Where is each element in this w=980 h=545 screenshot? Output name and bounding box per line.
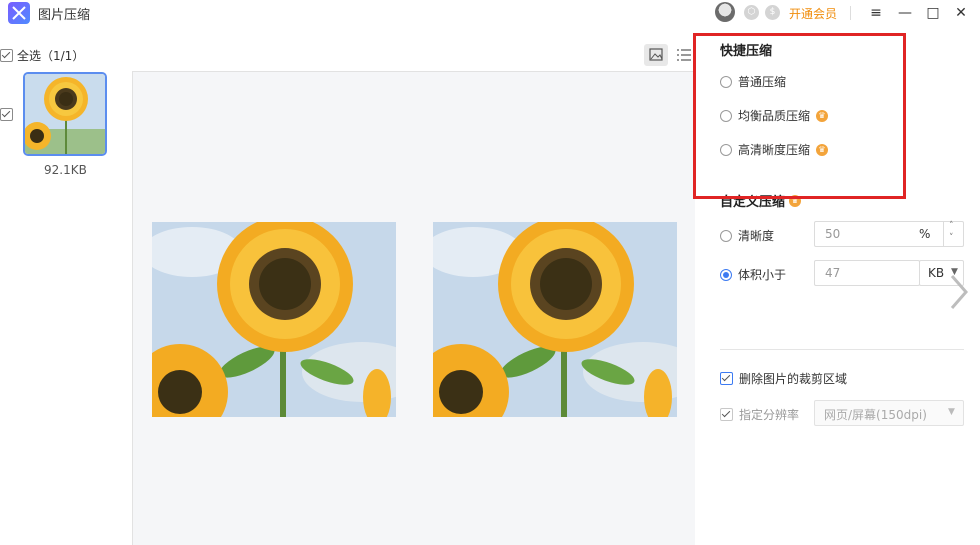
dollar-badge-icon[interactable]: $ xyxy=(765,5,780,20)
size-limit-radio[interactable] xyxy=(720,268,732,281)
clarity-unit: % xyxy=(919,227,931,241)
original-preview-image xyxy=(152,222,396,417)
resolution-select: 网页/屏幕(150dpi) ▼ xyxy=(814,400,964,426)
custom-compress-header: 自定义压缩 ♛ xyxy=(720,191,802,210)
resolution-label: 指定分辨率 xyxy=(739,408,800,422)
maximize-icon[interactable]: □ xyxy=(923,3,943,23)
file-thumbnail[interactable] xyxy=(23,72,107,156)
vip-crown-icon: ♛ xyxy=(789,194,802,207)
title-divider xyxy=(850,6,851,20)
size-unit-value: KB xyxy=(928,266,945,280)
menu-icon[interactable]: ≡ xyxy=(866,3,886,23)
chevron-down-icon: ▼ xyxy=(948,407,955,417)
select-all-checkbox[interactable]: 全选（1/1） xyxy=(0,47,84,64)
remove-crop-option[interactable]: 删除图片的裁剪区域 xyxy=(720,370,847,387)
hexagon-badge-icon[interactable]: ⬡ xyxy=(744,5,759,20)
normal-compress-option[interactable]: 普通压缩 xyxy=(720,73,786,90)
hd-compress-option[interactable]: 高清晰度压缩 ♛ xyxy=(720,141,829,158)
compressed-preview-image xyxy=(433,222,677,417)
clarity-label: 清晰度 xyxy=(738,229,775,243)
settings-divider xyxy=(720,349,964,350)
file-size-label: 92.1KB xyxy=(44,163,87,177)
hd-compress-radio[interactable] xyxy=(720,143,732,156)
size-limit-label: 体积小于 xyxy=(738,268,787,282)
next-arrow-icon[interactable] xyxy=(944,272,974,312)
remove-crop-checkbox[interactable] xyxy=(720,372,733,385)
clarity-option[interactable]: 清晰度 xyxy=(720,227,774,244)
resolution-option: 指定分辨率 xyxy=(720,406,799,423)
open-vip-link[interactable]: 开通会员 xyxy=(789,5,837,22)
resolution-checkbox xyxy=(720,408,733,421)
clarity-radio[interactable] xyxy=(720,229,732,242)
quick-compress-title: 快捷压缩 xyxy=(720,44,773,59)
close-icon[interactable]: ✕ xyxy=(951,3,971,23)
vip-crown-icon: ♛ xyxy=(816,109,829,122)
image-view-icon xyxy=(649,48,663,61)
select-all-check-icon[interactable] xyxy=(0,49,13,62)
chevron-down-icon[interactable]: ˅ xyxy=(949,233,954,243)
balanced-compress-label: 均衡品质压缩 xyxy=(738,109,811,123)
clarity-input[interactable]: 50 % ˄ ˅ xyxy=(814,221,964,247)
list-view-button[interactable] xyxy=(674,44,694,66)
app-title: 图片压缩 xyxy=(38,8,91,23)
size-limit-input[interactable]: 47 xyxy=(814,260,920,286)
image-view-button[interactable] xyxy=(644,44,668,66)
hd-compress-label: 高清晰度压缩 xyxy=(738,143,811,157)
size-limit-option[interactable]: 体积小于 xyxy=(720,266,786,283)
file-checkbox[interactable] xyxy=(0,108,13,121)
normal-compress-radio[interactable] xyxy=(720,75,732,88)
balanced-compress-radio[interactable] xyxy=(720,109,732,122)
app-logo-icon xyxy=(8,2,30,24)
clarity-value: 50 xyxy=(825,227,841,241)
custom-compress-title: 自定义压缩 xyxy=(720,195,786,210)
balanced-compress-option[interactable]: 均衡品质压缩 ♛ xyxy=(720,107,829,124)
title-bar: 图片压缩 ⬡ $ 开通会员 ≡ — □ ✕ xyxy=(0,0,980,26)
size-limit-value: 47 xyxy=(825,266,841,280)
normal-compress-label: 普通压缩 xyxy=(738,75,787,89)
select-all-label: 全选（1/1） xyxy=(17,49,85,63)
minimize-icon[interactable]: — xyxy=(895,3,915,23)
clarity-stepper[interactable]: ˄ ˅ xyxy=(943,221,964,246)
remove-crop-label: 删除图片的裁剪区域 xyxy=(739,372,848,386)
chevron-up-icon[interactable]: ˄ xyxy=(949,221,954,231)
user-avatar[interactable] xyxy=(715,2,735,22)
vip-crown-icon: ♛ xyxy=(816,143,829,156)
resolution-value: 网页/屏幕(150dpi) xyxy=(824,408,927,422)
list-view-icon xyxy=(677,49,691,61)
